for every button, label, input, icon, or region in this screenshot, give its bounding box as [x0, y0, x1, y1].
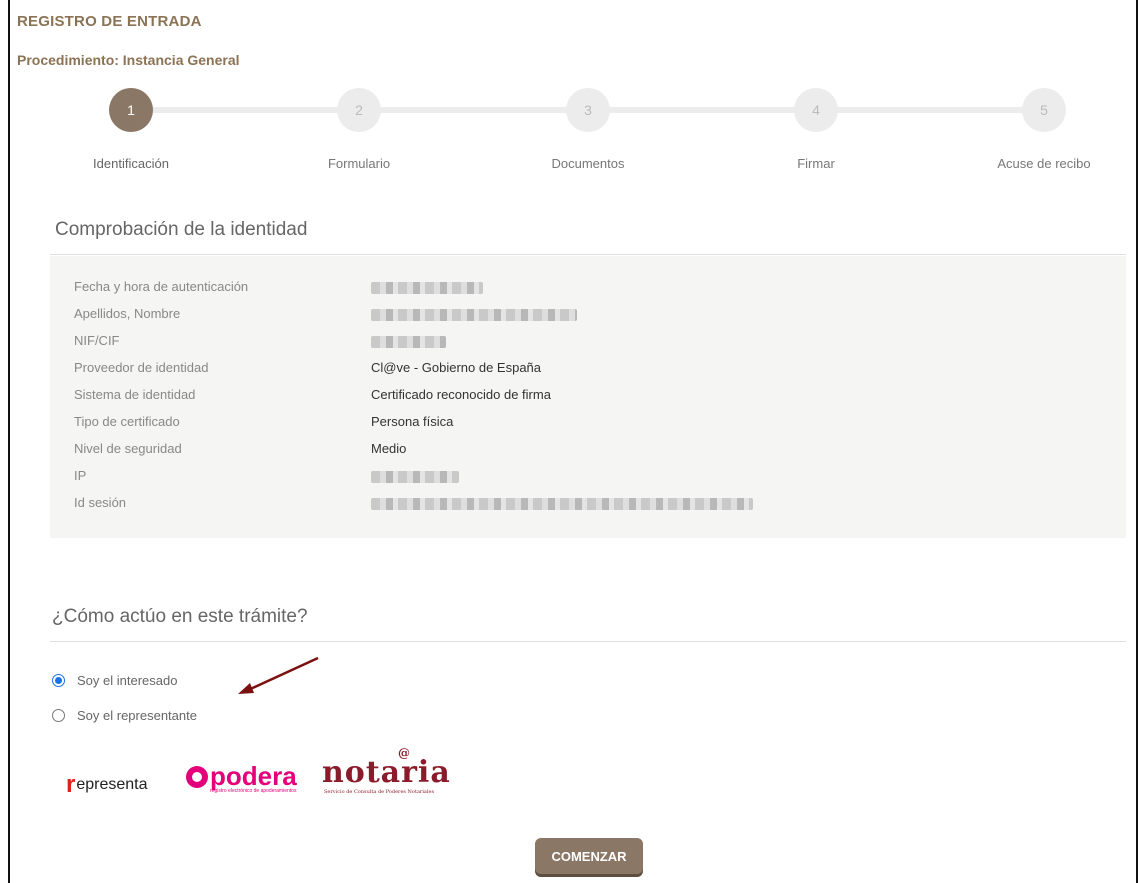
step-1-circle: 1	[103, 82, 159, 138]
progress-stepper: 1 2 3 4 5 Identificación Formulario Docu…	[0, 82, 1138, 182]
step-1-label: Identificación	[93, 156, 169, 171]
identity-divider	[50, 254, 1126, 255]
identity-value: Medio	[371, 441, 407, 456]
identity-section-title: Comprobación de la identidad	[55, 219, 308, 240]
identity-row-session-id: Id sesión	[74, 495, 1114, 515]
redacted-value	[371, 498, 753, 510]
identity-row-cert-type: Tipo de certificado Persona física	[74, 414, 1114, 434]
redacted-value	[371, 282, 483, 294]
procedure-name: Procedimiento: Instancia General	[17, 52, 240, 68]
radio-representante-control[interactable]	[52, 709, 65, 722]
identity-label: Id sesión	[74, 495, 127, 510]
identity-label: Proveedor de identidad	[74, 360, 209, 375]
identity-value: Cl@ve - Gobierno de España	[371, 360, 542, 375]
step-2-circle: 2	[337, 88, 381, 132]
identity-row-security-level: Nivel de seguridad Medio	[74, 441, 1114, 461]
step-5-circle: 5	[1022, 88, 1066, 132]
identity-label: Tipo de certificado	[74, 414, 180, 429]
identity-label: NIF/CIF	[74, 333, 120, 348]
notaria-logo[interactable]: @ notaria Servicio de Consulta de Podere…	[322, 746, 451, 795]
identity-row-name: Apellidos, Nombre	[74, 306, 1114, 326]
radio-interesado-label: Soy el interesado	[77, 673, 178, 688]
apodera-logo-subtitle: registro electrónico de apoderamientos	[210, 788, 297, 794]
radio-interesado[interactable]: Soy el interesado	[52, 673, 177, 688]
step-4-label: Firmar	[797, 156, 835, 171]
identity-label: Nivel de seguridad	[74, 441, 182, 456]
redacted-value	[371, 336, 446, 348]
step-3-circle: 3	[566, 88, 610, 132]
identity-row-nif: NIF/CIF	[74, 333, 1114, 353]
apodera-a-icon	[186, 765, 208, 788]
radio-interesado-control[interactable]	[52, 674, 65, 687]
step-4-circle: 4	[794, 88, 838, 132]
identity-value: Certificado reconocido de firma	[371, 387, 551, 402]
notaria-logo-subtitle: Servicio de Consulta de Poderes Notarial…	[324, 789, 435, 795]
identity-row-auth-date: Fecha y hora de autenticación	[74, 279, 1114, 299]
identity-row-provider: Proveedor de identidad Cl@ve - Gobierno …	[74, 360, 1114, 380]
identity-label: Fecha y hora de autenticación	[74, 279, 249, 294]
start-button[interactable]: COMENZAR	[535, 838, 643, 874]
step-5-label: Acuse de recibo	[997, 156, 1091, 171]
identity-label: Apellidos, Nombre	[74, 306, 181, 321]
step-2-label: Formulario	[327, 156, 391, 171]
identity-label: IP	[74, 468, 87, 483]
apodera-logo[interactable]: podera registro electrónico de apoderami…	[186, 761, 297, 794]
annotation-arrow-icon	[238, 656, 319, 694]
notaria-logo-text: notaria	[322, 755, 451, 790]
role-divider	[50, 641, 1126, 642]
represents-logo[interactable]: r epresenta	[66, 771, 148, 799]
page-title: REGISTRO DE ENTRADA	[17, 13, 202, 30]
represents-logo-mark: r	[66, 771, 76, 798]
radio-representante[interactable]: Soy el representante	[52, 708, 197, 723]
notaria-at-icon: @	[398, 746, 411, 760]
identity-panel: Fecha y hora de autenticación Apellidos,…	[50, 256, 1126, 538]
redacted-value	[371, 309, 577, 321]
identity-label: Sistema de identidad	[74, 387, 196, 402]
represents-logo-text: epresenta	[76, 776, 148, 793]
radio-representante-label: Soy el representante	[77, 708, 197, 723]
identity-value: Persona física	[371, 414, 454, 429]
identity-row-ip: IP	[74, 468, 1114, 488]
identity-row-system: Sistema de identidad Certificado reconoc…	[74, 387, 1114, 407]
step-3-label: Documentos	[551, 156, 625, 171]
redacted-value	[371, 471, 459, 483]
role-section-title: ¿Cómo actúo en este trámite?	[52, 606, 308, 627]
